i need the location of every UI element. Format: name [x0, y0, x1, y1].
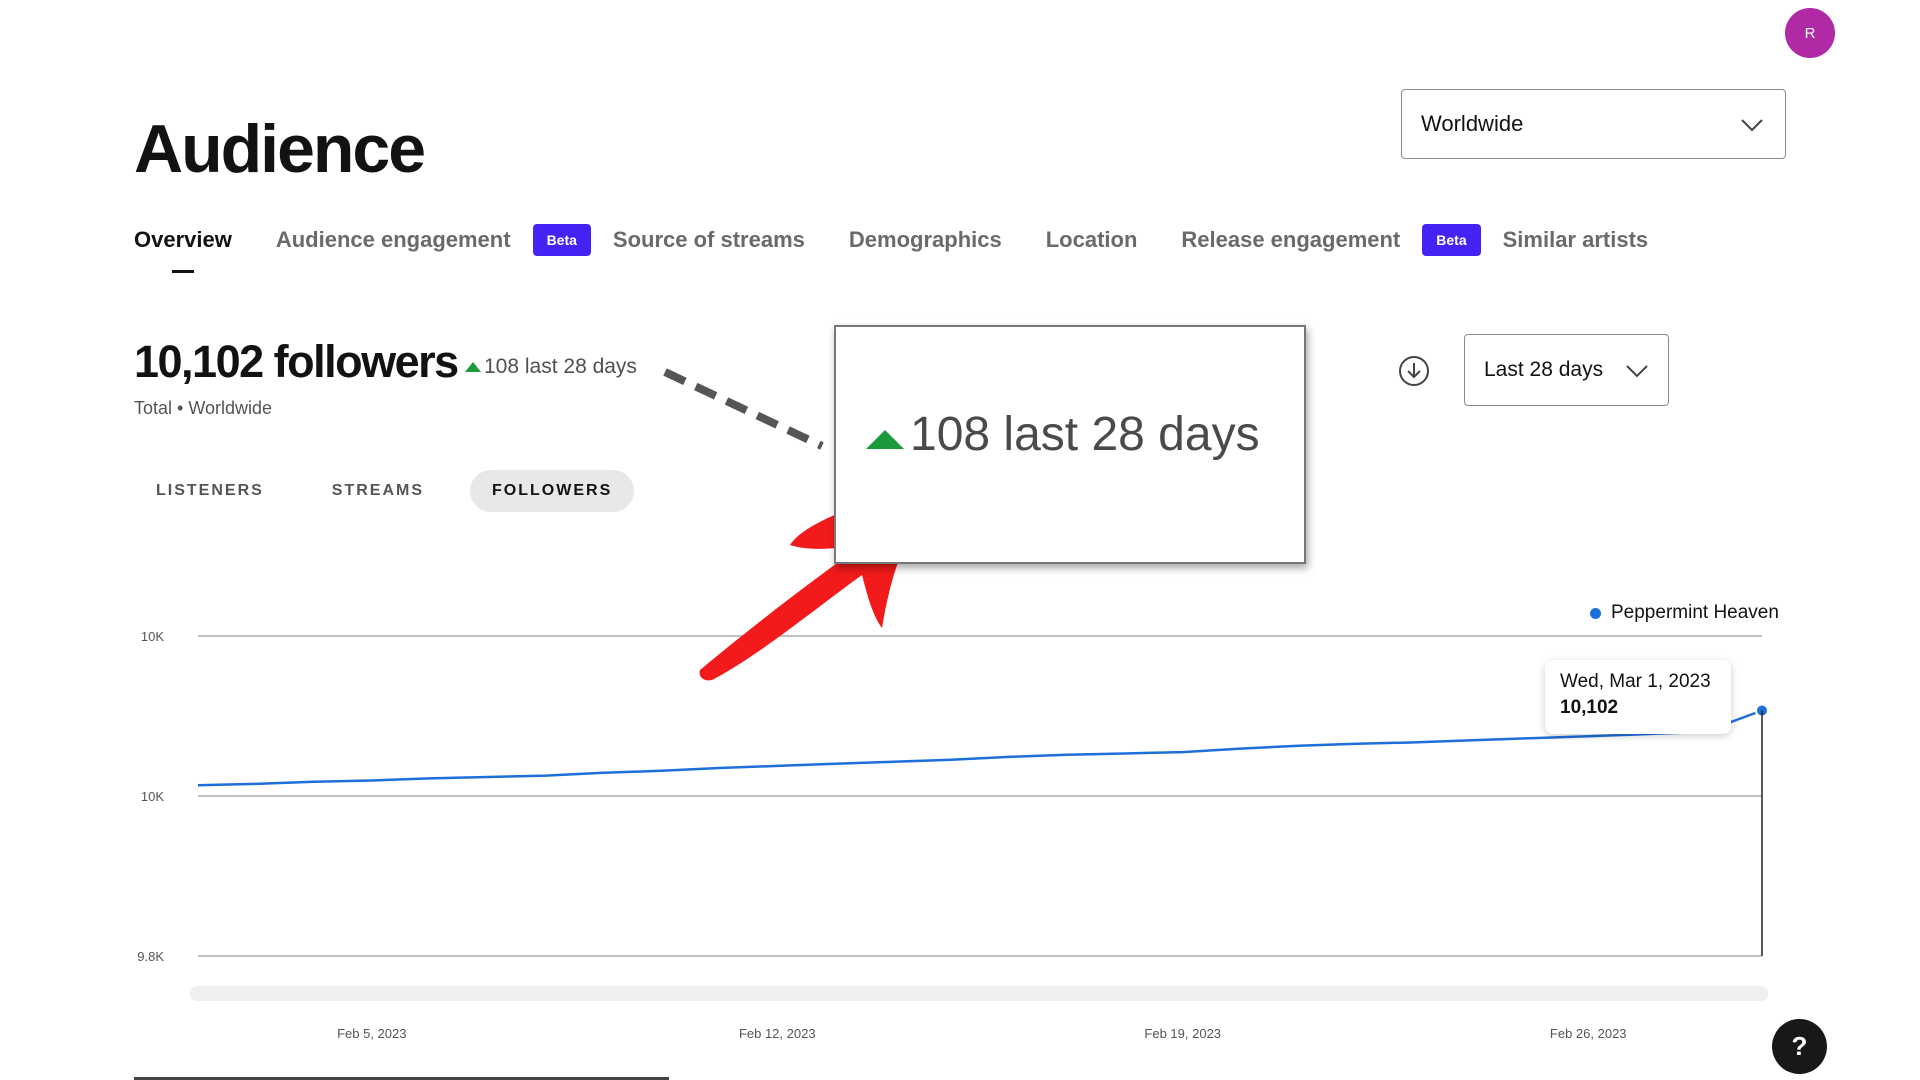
trend-up-icon [866, 430, 904, 449]
tooltip-date: Wed, Mar 1, 2023 [1560, 671, 1711, 692]
annotation-zoom-box: 108 last 28 days [834, 325, 1306, 564]
chart-scrollbar [190, 986, 1768, 1001]
help-label: ? [1791, 1031, 1808, 1061]
help-button[interactable]: ? [1772, 1019, 1827, 1074]
zoom-delta-text: 108 last 28 days [910, 408, 1260, 461]
x-tick-label: Feb 19, 2023 [1144, 1026, 1221, 1041]
tooltip-value: 10,102 [1560, 697, 1619, 718]
x-tick-label: Feb 12, 2023 [739, 1026, 816, 1041]
y-tick-label: 10K [141, 789, 164, 804]
zoom-delta: 108 last 28 days [866, 407, 1260, 462]
x-tick-label: Feb 5, 2023 [337, 1026, 406, 1041]
y-tick-label: 9.8K [137, 949, 164, 964]
x-tick-label: Feb 26, 2023 [1550, 1026, 1627, 1041]
series-line [197, 709, 1763, 787]
y-tick-label: 10K [141, 629, 164, 644]
chart-tooltip: Wed, Mar 1, 2023 10,102 [1545, 660, 1731, 734]
